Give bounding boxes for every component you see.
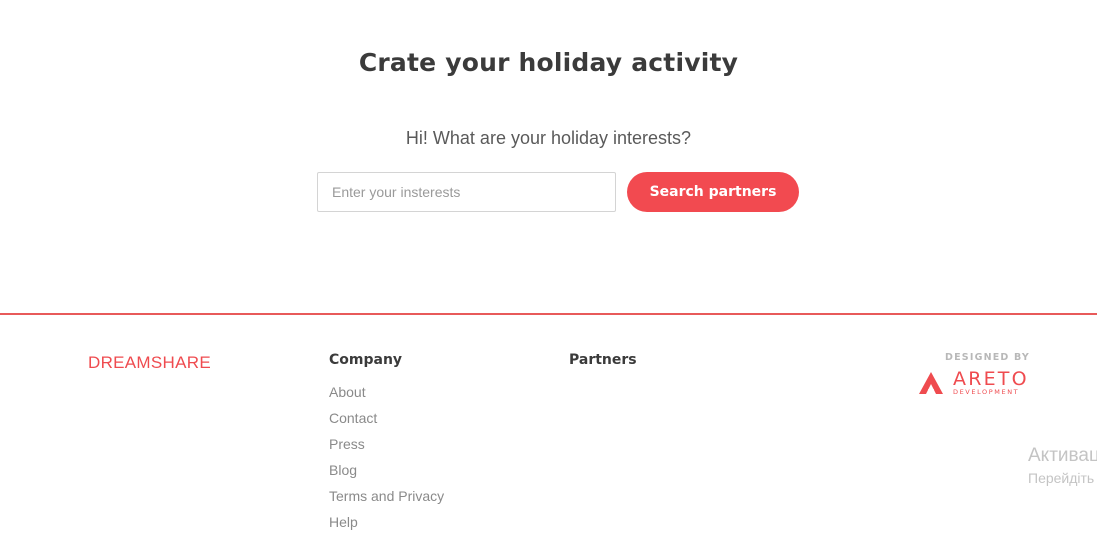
footer-link-press[interactable]: Press bbox=[329, 436, 365, 452]
footer-link-contact[interactable]: Contact bbox=[329, 410, 377, 426]
list-item: Contact bbox=[329, 410, 444, 436]
footer-brand-logo[interactable]: DREAMSHARE bbox=[88, 353, 211, 373]
designer-subtitle: DEVELOPMENT bbox=[953, 388, 1020, 396]
partners-heading: Partners bbox=[569, 352, 637, 368]
list-item: About bbox=[329, 384, 444, 410]
interests-question: Hi! What are your holiday interests? bbox=[405, 128, 692, 148]
footer-link-blog[interactable]: Blog bbox=[329, 462, 357, 478]
company-links-list: About Contact Press Blog Terms and Priva… bbox=[329, 384, 444, 538]
designer-logo[interactable]: ARETO DEVELOPMENT bbox=[918, 368, 1030, 397]
company-heading: Company bbox=[329, 352, 403, 368]
areto-logo-icon bbox=[919, 372, 943, 394]
footer-divider bbox=[0, 313, 1097, 315]
designer-name: ARETO bbox=[953, 368, 1029, 390]
search-partners-button[interactable]: Search partners bbox=[627, 172, 799, 212]
interests-search-input[interactable] bbox=[317, 172, 616, 212]
os-activation-watermark-title: Активац bbox=[1028, 445, 1097, 466]
list-item: Press bbox=[329, 436, 444, 462]
footer-link-help[interactable]: Help bbox=[329, 514, 358, 530]
list-item: Help bbox=[329, 514, 444, 538]
footer-link-terms-privacy[interactable]: Terms and Privacy bbox=[329, 488, 444, 504]
footer-link-about[interactable]: About bbox=[329, 384, 366, 400]
designed-by-label: DESIGNED BY bbox=[945, 352, 1030, 363]
list-item: Terms and Privacy bbox=[329, 488, 444, 514]
page-title: Crate your holiday activity bbox=[358, 48, 739, 77]
search-form: Search partners bbox=[317, 172, 799, 212]
list-item: Blog bbox=[329, 462, 444, 488]
os-activation-watermark-subtitle: Перейдіть bbox=[1028, 470, 1095, 486]
